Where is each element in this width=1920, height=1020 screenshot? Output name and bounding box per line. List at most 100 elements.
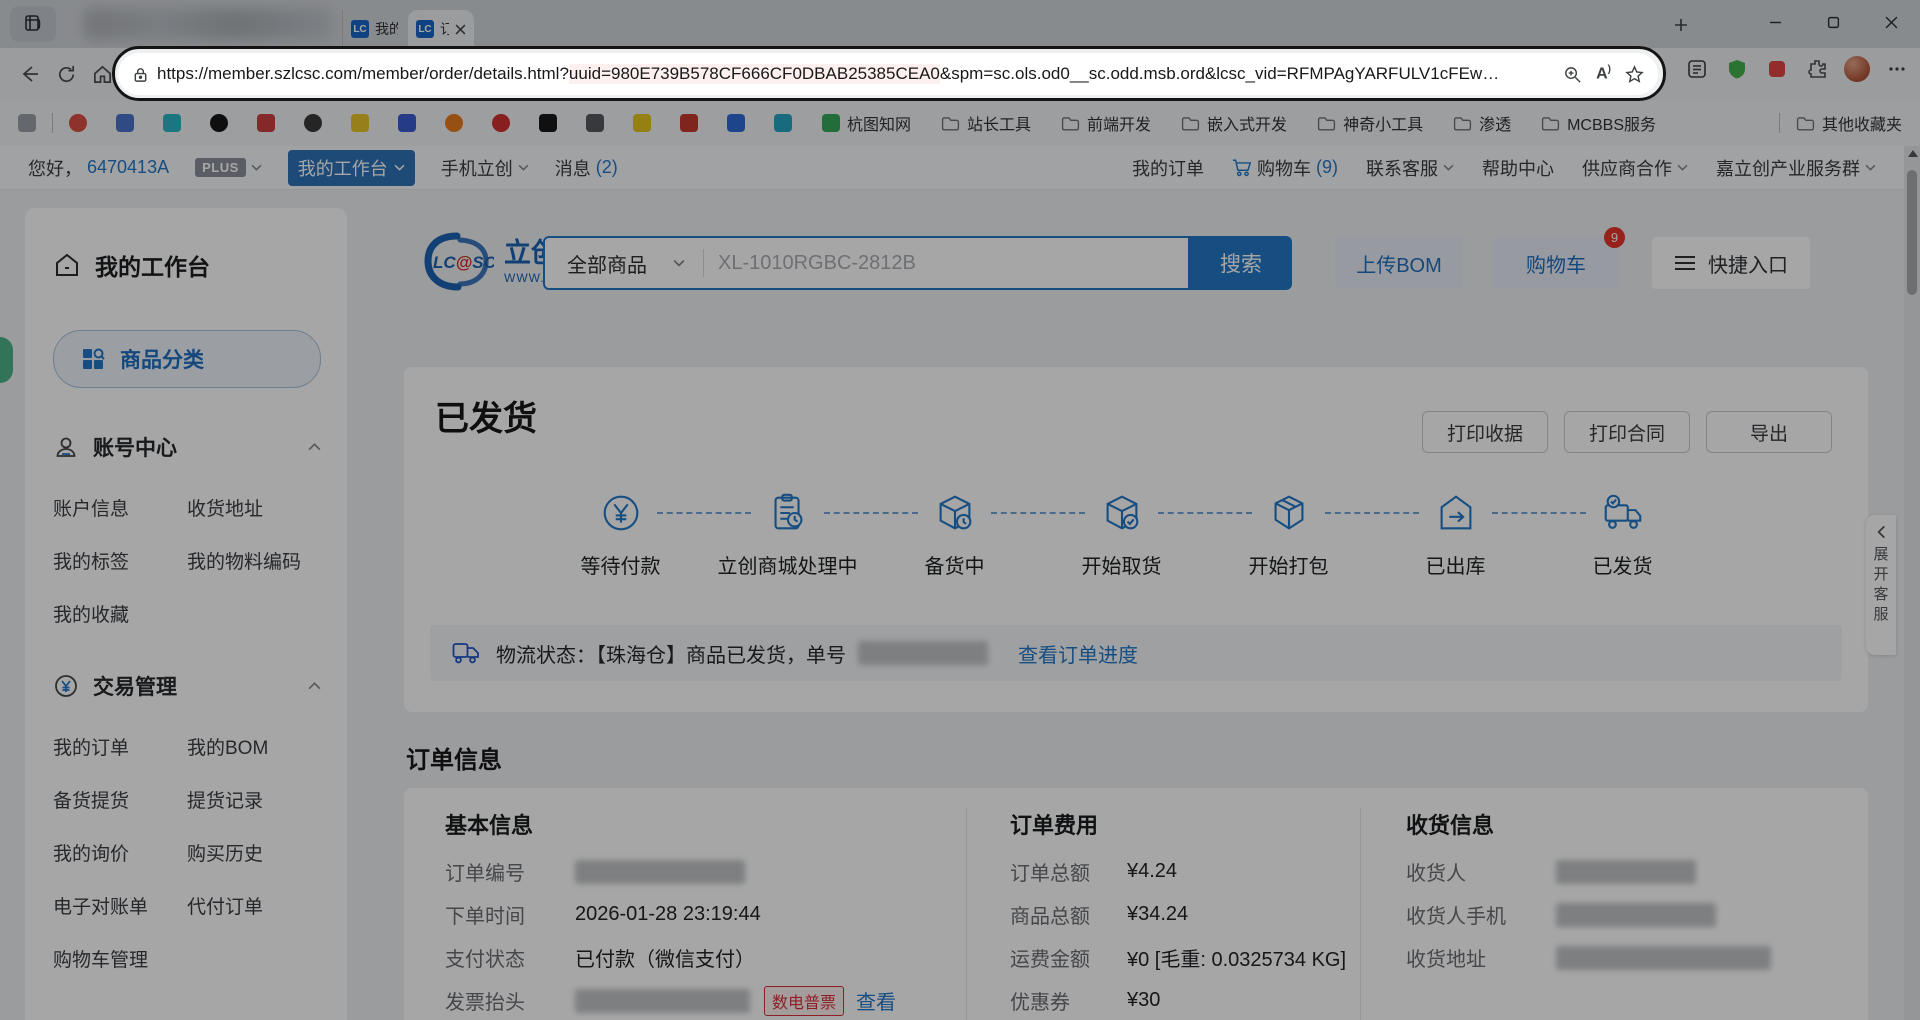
bookmark-favicon[interactable] [492,114,510,132]
reading-list-icon[interactable] [18,114,36,132]
sidebar-link[interactable]: 我的物料编码 [187,547,321,574]
tab-order-details[interactable]: LC 订单 [408,10,474,48]
supplier-menu[interactable]: 供应商合作 [1582,155,1688,181]
address-bar[interactable]: https://member.szlcsc.com/member/order/d… [118,53,1658,95]
mobile-lcsc-menu[interactable]: 手机立创 [441,155,529,181]
home-button[interactable] [86,58,118,90]
bookmark-favicon[interactable] [69,114,87,132]
help-center-link[interactable]: 帮助中心 [1482,155,1554,181]
bookmark-folder[interactable]: 神奇小工具 [1317,111,1423,135]
bookmark-folder[interactable]: MCBBS服务 [1541,111,1656,135]
bookmark-folder[interactable]: 渗透 [1453,111,1511,135]
view-invoice-link[interactable]: 查看 [856,986,896,1015]
blocker-icon[interactable] [1764,56,1790,82]
adblock-shield-icon[interactable] [1724,56,1750,82]
tab-close-icon[interactable] [455,24,466,35]
menu-icon [1674,255,1696,271]
scrollbar-up-arrow[interactable] [1908,150,1918,157]
sidebar-link[interactable]: 电子对账单 [53,892,187,919]
sidebar-link[interactable]: 备货提货 [53,786,187,813]
bookmark-favicon[interactable] [727,114,745,132]
zoom-page-icon[interactable] [1563,65,1582,84]
close-button[interactable] [1862,0,1920,44]
bookmark-favicon[interactable] [163,114,181,132]
customer-service-menu[interactable]: 联系客服 [1366,155,1454,181]
view-order-progress-link[interactable]: 查看订单进度 [1018,639,1138,668]
refresh-button[interactable] [50,58,82,90]
bookmark-folder[interactable]: 嵌入式开发 [1181,111,1287,135]
lcsc-favicon: LC [416,20,434,38]
cart-link[interactable]: 购物车(9) [1232,155,1338,181]
collections-icon[interactable] [1684,56,1710,82]
workspace-menu[interactable]: 我的工作台 [288,150,415,186]
search-input[interactable] [704,252,1188,275]
bookmark-folder[interactable]: 站长工具 [941,111,1031,135]
my-orders-link[interactable]: 我的订单 [1132,155,1204,181]
sidebar-link[interactable]: 代付订单 [187,892,321,919]
header-cart-button[interactable]: 购物车 [1492,237,1620,289]
read-aloud-icon[interactable]: A) [1596,64,1611,83]
section-trade-management[interactable]: 交易管理 [53,671,321,701]
sidebar-link[interactable]: 我的订单 [53,733,187,760]
print-contract-button[interactable]: 打印合同 [1564,411,1690,453]
export-button[interactable]: 导出 [1706,411,1832,453]
bookmark-favicon[interactable] [774,114,792,132]
scrollbar-thumb[interactable] [1907,170,1917,295]
bookmark-favicon[interactable] [445,114,463,132]
messages-link[interactable]: 消息(2) [555,155,618,181]
maximize-button[interactable] [1804,0,1862,44]
favorite-star-icon[interactable] [1625,65,1644,84]
section-account-center[interactable]: 账号中心 [53,432,321,462]
print-receipt-button[interactable]: 打印收据 [1422,411,1548,453]
bookmark-favicon[interactable] [304,114,322,132]
payment-icon [598,490,644,536]
profile-avatar[interactable] [1844,56,1870,82]
sidebar-link[interactable]: 我的询价 [53,839,187,866]
workspaces-button[interactable] [10,6,56,42]
sidebar-link[interactable]: 我的收藏 [53,600,189,627]
other-bookmarks-folder[interactable]: 其他收藏夹 [1796,111,1902,135]
quick-entry-button[interactable]: 快捷入口 [1652,237,1810,289]
expand-customer-service-tab[interactable]: 展开客服 [1866,515,1896,655]
order-info-title: 订单信息 [406,740,502,775]
category-button[interactable]: 商品分类 [53,330,321,388]
search-button[interactable]: 搜索 [1190,236,1292,290]
sidebar-link[interactable]: 我的BOM [187,733,321,760]
account-id-link[interactable]: 6470413A [87,157,169,178]
payment-status-row: 支付状态 已付款（微信支付） [445,936,966,979]
receiver-address-row: 收货地址 [1406,936,1868,979]
order-time-row: 下单时间 2026-01-28 23:19:44 [445,893,966,936]
tab-my-orders[interactable]: LC 我的订单 [342,10,406,48]
sidebar-link[interactable]: 提货记录 [187,786,321,813]
folder-icon [941,115,960,132]
bookmark-favicon[interactable] [257,114,275,132]
sidebar-link[interactable]: 我的标签 [53,547,187,574]
bookmark-favicon[interactable] [633,114,651,132]
sidebar-link[interactable]: 购买历史 [187,839,321,866]
category-grid-icon [80,346,106,372]
more-menu-icon[interactable] [1884,56,1910,82]
upload-bom-button[interactable]: 上传BOM [1335,237,1463,289]
bookmark-favicon[interactable] [210,114,228,132]
new-tab-button[interactable] [1668,12,1694,38]
bookmark-favicon[interactable] [539,114,557,132]
goods-total-row: 商品总额 ¥34.24 [1010,893,1360,936]
minimize-button[interactable] [1746,0,1804,44]
bookmark-folder[interactable]: 前端开发 [1061,111,1151,135]
section-invoice-center[interactable]: 发票中心 [53,1016,321,1020]
bookmark-favicon[interactable] [586,114,604,132]
plus-membership[interactable]: PLUS [195,158,262,177]
sidebar-link[interactable]: 账户信息 [53,494,187,521]
bookmark-hangtu[interactable]: 杭图知网 [822,111,911,135]
bookmark-favicon[interactable] [116,114,134,132]
sidebar-link[interactable]: 购物车管理 [53,945,189,972]
bookmark-favicon[interactable] [351,114,369,132]
side-assistant-handle[interactable] [0,337,13,383]
back-button[interactable] [14,58,46,90]
bookmark-favicon[interactable] [680,114,698,132]
extensions-puzzle-icon[interactable] [1804,56,1830,82]
sidebar-link[interactable]: 收货地址 [187,494,321,521]
industry-group-menu[interactable]: 嘉立创产业服务群 [1716,155,1876,181]
search-category-dropdown[interactable]: 全部商品 [545,249,703,278]
bookmark-favicon[interactable] [398,114,416,132]
